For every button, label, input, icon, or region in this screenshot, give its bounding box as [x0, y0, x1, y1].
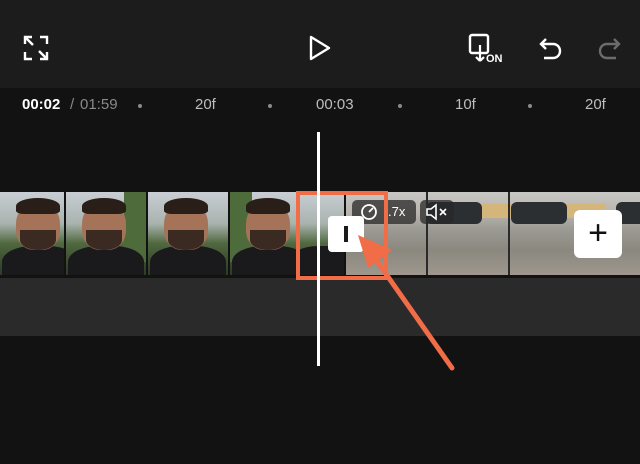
pointer-arrow: [358, 235, 455, 371]
